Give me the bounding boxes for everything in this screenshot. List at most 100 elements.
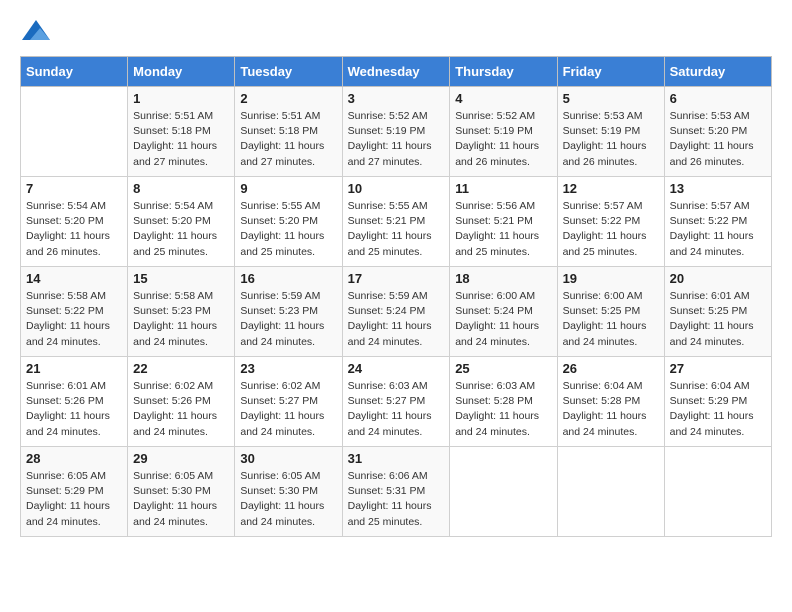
calendar-week-row: 28 Sunrise: 6:05 AM Sunset: 5:29 PM Dayli…: [21, 447, 772, 537]
day-number: 4: [455, 91, 551, 106]
calendar-cell: 13 Sunrise: 5:57 AM Sunset: 5:22 PM Dayli…: [664, 177, 771, 267]
calendar-cell: 23 Sunrise: 6:02 AM Sunset: 5:27 PM Dayli…: [235, 357, 342, 447]
calendar-cell: 20 Sunrise: 6:01 AM Sunset: 5:25 PM Dayli…: [664, 267, 771, 357]
day-number: 1: [133, 91, 229, 106]
day-number: 8: [133, 181, 229, 196]
header-friday: Friday: [557, 57, 664, 87]
day-number: 16: [240, 271, 336, 286]
calendar-cell: [557, 447, 664, 537]
calendar-week-row: 21 Sunrise: 6:01 AM Sunset: 5:26 PM Dayli…: [21, 357, 772, 447]
day-number: 11: [455, 181, 551, 196]
day-number: 15: [133, 271, 229, 286]
sun-info: Sunrise: 6:00 AM Sunset: 5:25 PM Dayligh…: [563, 289, 659, 350]
calendar-cell: 24 Sunrise: 6:03 AM Sunset: 5:27 PM Dayli…: [342, 357, 450, 447]
calendar-cell: [664, 447, 771, 537]
calendar-cell: 7 Sunrise: 5:54 AM Sunset: 5:20 PM Daylig…: [21, 177, 128, 267]
calendar-cell: 1 Sunrise: 5:51 AM Sunset: 5:18 PM Daylig…: [128, 87, 235, 177]
calendar-week-row: 14Sunrise: 5:58 AM Sunset: 5:22 PM Dayli…: [21, 267, 772, 357]
calendar-week-row: 7 Sunrise: 5:54 AM Sunset: 5:20 PM Daylig…: [21, 177, 772, 267]
sun-info: Sunrise: 5:52 AM Sunset: 5:19 PM Dayligh…: [455, 109, 551, 170]
sun-info: Sunrise: 6:01 AM Sunset: 5:26 PM Dayligh…: [26, 379, 122, 440]
calendar-cell: 4 Sunrise: 5:52 AM Sunset: 5:19 PM Daylig…: [450, 87, 557, 177]
calendar-cell: 18 Sunrise: 6:00 AM Sunset: 5:24 PM Dayli…: [450, 267, 557, 357]
day-number: 12: [563, 181, 659, 196]
sun-info: Sunrise: 5:57 AM Sunset: 5:22 PM Dayligh…: [670, 199, 766, 260]
sun-info: Sunrise: 6:03 AM Sunset: 5:27 PM Dayligh…: [348, 379, 445, 440]
sun-info: Sunrise: 5:58 AM Sunset: 5:23 PM Dayligh…: [133, 289, 229, 350]
sun-info: Sunrise: 6:02 AM Sunset: 5:27 PM Dayligh…: [240, 379, 336, 440]
calendar-cell: 17Sunrise: 5:59 AM Sunset: 5:24 PM Dayli…: [342, 267, 450, 357]
sun-info: Sunrise: 5:55 AM Sunset: 5:20 PM Dayligh…: [240, 199, 336, 260]
calendar-cell: 9Sunrise: 5:55 AM Sunset: 5:20 PM Daylig…: [235, 177, 342, 267]
calendar-cell: [450, 447, 557, 537]
sun-info: Sunrise: 5:53 AM Sunset: 5:19 PM Dayligh…: [563, 109, 659, 170]
day-number: 7: [26, 181, 122, 196]
calendar-cell: 11 Sunrise: 5:56 AM Sunset: 5:21 PM Dayli…: [450, 177, 557, 267]
header-thursday: Thursday: [450, 57, 557, 87]
day-number: 13: [670, 181, 766, 196]
sun-info: Sunrise: 5:53 AM Sunset: 5:20 PM Dayligh…: [670, 109, 766, 170]
calendar-cell: 31Sunrise: 6:06 AM Sunset: 5:31 PM Dayli…: [342, 447, 450, 537]
sun-info: Sunrise: 5:52 AM Sunset: 5:19 PM Dayligh…: [348, 109, 445, 170]
calendar-table: SundayMondayTuesdayWednesdayThursdayFrid…: [20, 56, 772, 537]
calendar-cell: 30 Sunrise: 6:05 AM Sunset: 5:30 PM Dayli…: [235, 447, 342, 537]
logo-icon: [22, 20, 50, 40]
header-tuesday: Tuesday: [235, 57, 342, 87]
calendar-cell: 22 Sunrise: 6:02 AM Sunset: 5:26 PM Dayli…: [128, 357, 235, 447]
day-number: 20: [670, 271, 766, 286]
calendar-cell: 5Sunrise: 5:53 AM Sunset: 5:19 PM Daylig…: [557, 87, 664, 177]
day-number: 27: [670, 361, 766, 376]
day-number: 26: [563, 361, 659, 376]
calendar-cell: 6 Sunrise: 5:53 AM Sunset: 5:20 PM Daylig…: [664, 87, 771, 177]
day-number: 18: [455, 271, 551, 286]
day-number: 19: [563, 271, 659, 286]
calendar-cell: 28 Sunrise: 6:05 AM Sunset: 5:29 PM Dayli…: [21, 447, 128, 537]
sun-info: Sunrise: 6:05 AM Sunset: 5:30 PM Dayligh…: [240, 469, 336, 530]
day-number: 10: [348, 181, 445, 196]
sun-info: Sunrise: 6:04 AM Sunset: 5:28 PM Dayligh…: [563, 379, 659, 440]
sun-info: Sunrise: 6:05 AM Sunset: 5:30 PM Dayligh…: [133, 469, 229, 530]
sun-info: Sunrise: 6:04 AM Sunset: 5:29 PM Dayligh…: [670, 379, 766, 440]
day-number: 2: [240, 91, 336, 106]
logo: [20, 20, 50, 40]
header-sunday: Sunday: [21, 57, 128, 87]
calendar-cell: 15 Sunrise: 5:58 AM Sunset: 5:23 PM Dayli…: [128, 267, 235, 357]
day-number: 23: [240, 361, 336, 376]
sun-info: Sunrise: 6:01 AM Sunset: 5:25 PM Dayligh…: [670, 289, 766, 350]
sun-info: Sunrise: 5:56 AM Sunset: 5:21 PM Dayligh…: [455, 199, 551, 260]
calendar-cell: 16 Sunrise: 5:59 AM Sunset: 5:23 PM Dayli…: [235, 267, 342, 357]
day-number: 22: [133, 361, 229, 376]
calendar-cell: 14Sunrise: 5:58 AM Sunset: 5:22 PM Dayli…: [21, 267, 128, 357]
calendar-cell: 10Sunrise: 5:55 AM Sunset: 5:21 PM Dayli…: [342, 177, 450, 267]
calendar-cell: 3 Sunrise: 5:52 AM Sunset: 5:19 PM Daylig…: [342, 87, 450, 177]
day-number: 6: [670, 91, 766, 106]
day-number: 21: [26, 361, 122, 376]
day-number: 3: [348, 91, 445, 106]
sun-info: Sunrise: 6:06 AM Sunset: 5:31 PM Dayligh…: [348, 469, 445, 530]
calendar-cell: 2 Sunrise: 5:51 AM Sunset: 5:18 PM Daylig…: [235, 87, 342, 177]
day-number: 28: [26, 451, 122, 466]
calendar-cell: 21 Sunrise: 6:01 AM Sunset: 5:26 PM Dayli…: [21, 357, 128, 447]
sun-info: Sunrise: 5:58 AM Sunset: 5:22 PM Dayligh…: [26, 289, 122, 350]
sun-info: Sunrise: 5:51 AM Sunset: 5:18 PM Dayligh…: [240, 109, 336, 170]
calendar-cell: 26 Sunrise: 6:04 AM Sunset: 5:28 PM Dayli…: [557, 357, 664, 447]
day-number: 24: [348, 361, 445, 376]
day-number: 30: [240, 451, 336, 466]
sun-info: Sunrise: 6:00 AM Sunset: 5:24 PM Dayligh…: [455, 289, 551, 350]
header-monday: Monday: [128, 57, 235, 87]
sun-info: Sunrise: 5:54 AM Sunset: 5:20 PM Dayligh…: [133, 199, 229, 260]
day-number: 29: [133, 451, 229, 466]
sun-info: Sunrise: 5:57 AM Sunset: 5:22 PM Dayligh…: [563, 199, 659, 260]
sun-info: Sunrise: 5:59 AM Sunset: 5:23 PM Dayligh…: [240, 289, 336, 350]
calendar-cell: 8 Sunrise: 5:54 AM Sunset: 5:20 PM Daylig…: [128, 177, 235, 267]
header-saturday: Saturday: [664, 57, 771, 87]
day-number: 25: [455, 361, 551, 376]
calendar-cell: 25Sunrise: 6:03 AM Sunset: 5:28 PM Dayli…: [450, 357, 557, 447]
sun-info: Sunrise: 6:02 AM Sunset: 5:26 PM Dayligh…: [133, 379, 229, 440]
calendar-week-row: 1 Sunrise: 5:51 AM Sunset: 5:18 PM Daylig…: [21, 87, 772, 177]
sun-info: Sunrise: 5:54 AM Sunset: 5:20 PM Dayligh…: [26, 199, 122, 260]
calendar-cell: 19 Sunrise: 6:00 AM Sunset: 5:25 PM Dayli…: [557, 267, 664, 357]
day-number: 17: [348, 271, 445, 286]
sun-info: Sunrise: 6:05 AM Sunset: 5:29 PM Dayligh…: [26, 469, 122, 530]
sun-info: Sunrise: 5:51 AM Sunset: 5:18 PM Dayligh…: [133, 109, 229, 170]
